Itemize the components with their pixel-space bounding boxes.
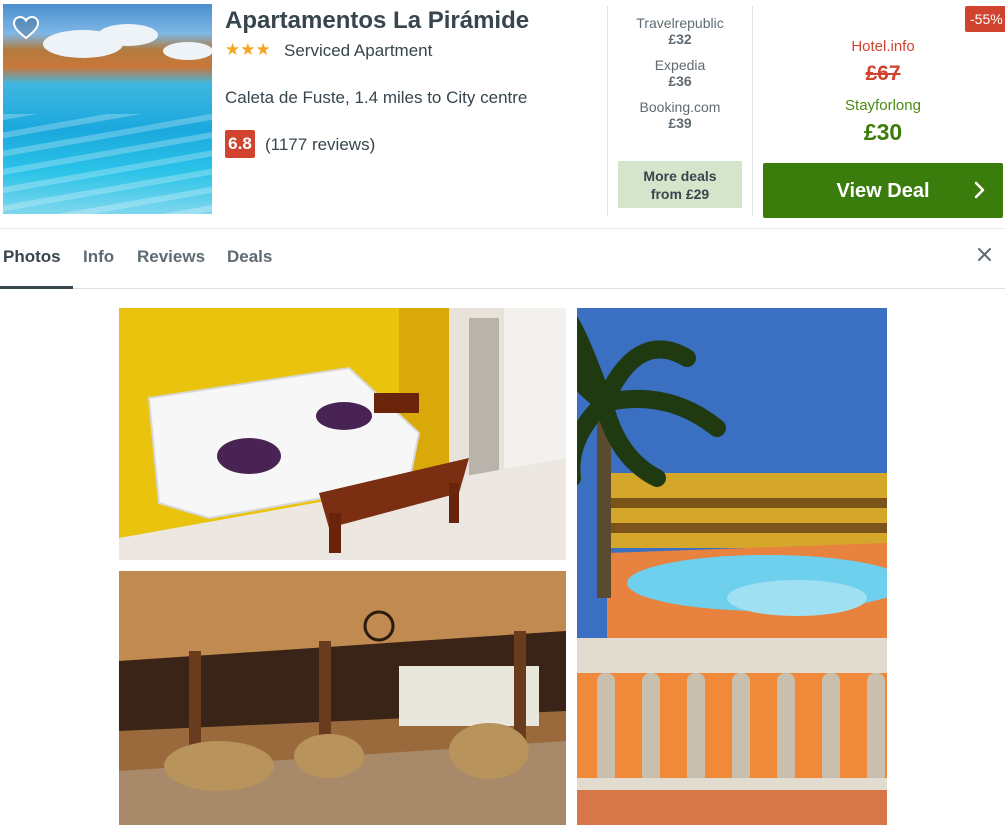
more-deals-from-price: from £29	[650, 186, 710, 202]
tab-reviews[interactable]: Reviews	[137, 247, 205, 267]
gallery-photo-pool[interactable]	[577, 308, 887, 825]
deal-provider-name: Stayforlong	[845, 97, 921, 114]
view-deal-label: View Deal	[836, 180, 930, 202]
deal-price: £30	[863, 119, 903, 145]
compare-provider-name: Hotel.info	[851, 38, 915, 55]
tab-bar: Photos Info Reviews Deals	[0, 229, 1005, 289]
provider-name: Booking.com	[639, 99, 721, 115]
provider-price: £36	[668, 73, 692, 89]
provider-price: £39	[668, 115, 692, 131]
divider	[607, 6, 608, 216]
more-deals-label: More deals	[643, 168, 717, 184]
provider-price-list: Travelrepublic £32 Expedia £36 Booking.c…	[609, 14, 751, 140]
divider	[752, 6, 753, 216]
star-rating-icon: ★★★	[225, 40, 271, 59]
hotel-thumbnail[interactable]	[3, 4, 212, 214]
hotel-name[interactable]: Apartamentos La Pirámide	[225, 7, 529, 35]
view-deal-button[interactable]: View Deal	[763, 163, 1003, 218]
provider-item[interactable]: Booking.com £39	[609, 98, 751, 131]
tab-info[interactable]: Info	[83, 247, 114, 267]
gallery-photo-lounge[interactable]	[119, 571, 566, 825]
rating-badge: 6.8	[225, 130, 255, 158]
more-deals-button[interactable]: More deals from £29	[618, 161, 742, 208]
tab-photos[interactable]: Photos	[3, 247, 61, 267]
provider-price: £32	[668, 31, 692, 47]
hotel-location: Caleta de Fuste, 1.4 miles to City centr…	[225, 88, 528, 107]
provider-item[interactable]: Travelrepublic £32	[609, 14, 751, 47]
accommodation-type: Serviced Apartment	[284, 41, 433, 60]
gallery-photo-living-room[interactable]	[119, 308, 566, 560]
compare-price: £67	[865, 62, 901, 85]
discount-badge: -55%	[965, 6, 1005, 32]
heart-icon[interactable]	[13, 16, 39, 40]
provider-name: Expedia	[654, 57, 706, 73]
active-tab-indicator	[0, 286, 73, 289]
tab-deals[interactable]: Deals	[227, 247, 272, 267]
chevron-right-icon	[974, 181, 985, 199]
provider-name: Travelrepublic	[636, 15, 724, 31]
review-count[interactable]: (1177 reviews)	[265, 135, 375, 155]
close-icon[interactable]	[977, 247, 992, 262]
provider-item[interactable]: Expedia £36	[609, 56, 751, 89]
